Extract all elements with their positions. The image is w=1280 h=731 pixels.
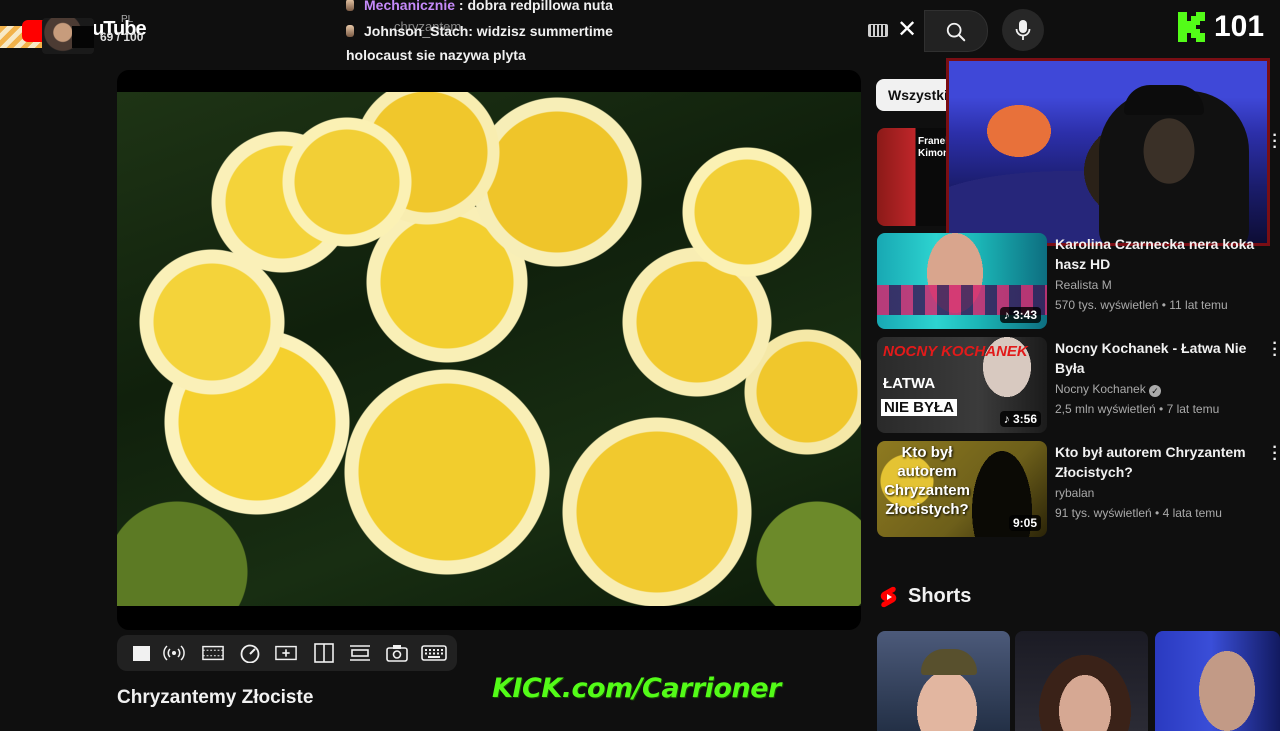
chat-text: : dobra redpillowa nuta	[455, 0, 613, 13]
trim-icon[interactable]	[349, 643, 371, 663]
channel-name[interactable]: rybalan	[1055, 486, 1094, 500]
clear-search-icon[interactable]: ✕	[897, 16, 917, 44]
recommendation-title[interactable]: Karolina Czarnecka nera koka hasz HD	[1055, 234, 1255, 274]
voice-search-button[interactable]	[1002, 9, 1044, 51]
kick-channel-url: KICK.com/Carrioner	[492, 673, 781, 704]
short-thumbnail[interactable]	[877, 631, 1010, 731]
webcam-overlay	[946, 58, 1270, 246]
thumbnail-text: NOCNY KOCHANEK	[883, 343, 1028, 360]
chat-badge-icon	[346, 0, 354, 11]
chat-username: Johnson_Stach	[364, 23, 469, 39]
split-icon[interactable]	[313, 643, 335, 663]
duration-badge: ♪ 3:43	[999, 307, 1041, 323]
video-thumbnail[interactable]: NOCNY KOCHANEK ŁATWA NIE BYŁA ♪ 3:56	[877, 337, 1047, 433]
more-options-icon[interactable]: · · ·	[1272, 128, 1278, 156]
speedometer-icon[interactable]	[239, 643, 261, 663]
add-box-icon[interactable]	[275, 643, 297, 663]
more-options-icon[interactable]: · · ·	[1272, 440, 1278, 468]
country-code: PL	[121, 14, 134, 25]
duration-badge: 9:05	[1008, 515, 1041, 531]
channel-name[interactable]: Realista M	[1055, 278, 1112, 292]
microphone-icon	[1015, 20, 1031, 40]
video-title: Chryzantemy Złociste	[117, 687, 314, 708]
camera-icon[interactable]	[386, 643, 408, 663]
short-thumbnail[interactable]	[1155, 631, 1280, 731]
chat-username: Mechanicznie	[364, 0, 456, 13]
streamer-cap	[1124, 85, 1204, 115]
thumbnail-text: NIE BYŁA	[881, 399, 958, 416]
thumbnail-text: Franek Kimono	[918, 136, 948, 159]
more-options-icon[interactable]: · · ·	[1272, 336, 1278, 364]
video-thumbnail[interactable]: Kto był autorem Chryzantem Złocistych? 9…	[877, 441, 1047, 537]
shorts-icon	[880, 586, 897, 608]
goal-counter: 69 / 100	[100, 30, 144, 44]
search-button[interactable]	[924, 10, 988, 52]
filter-chip-all[interactable]: Wszystkie	[876, 79, 956, 111]
video-frame[interactable]	[117, 92, 861, 606]
thumbnail-detail	[921, 649, 977, 675]
video-meta: 570 tys. wyświetleń • 11 lat temu	[1055, 298, 1228, 312]
short-thumbnail[interactable]	[1015, 631, 1148, 731]
chat-message-2: Johnson_Stach: widzisz summertime	[346, 23, 613, 39]
chat-badge-icon	[346, 25, 354, 37]
search-icon	[946, 22, 966, 42]
stop-icon[interactable]	[133, 646, 150, 661]
avatar-overlay	[72, 26, 94, 48]
verified-icon: ✓	[1149, 385, 1162, 397]
chat-message-2-continued: holocaust sie nazywa plyta	[346, 47, 526, 63]
chat-message-1: Mechanicznie : dobra redpillowa nuta	[346, 0, 613, 13]
keyboard-icon[interactable]	[421, 643, 447, 663]
duration-badge: ♪ 3:56	[999, 411, 1041, 427]
thumbnail-text: ŁATWA	[883, 375, 936, 392]
recommendation-title[interactable]: Kto był autorem Chryzantem Złocistych?	[1055, 442, 1255, 482]
recommendation-title[interactable]: Nocny Kochanek - Łatwa Nie Była	[1055, 338, 1255, 378]
video-player[interactable]	[117, 70, 861, 630]
viewer-count: 101	[1214, 10, 1265, 43]
filmstrip-icon[interactable]	[202, 643, 224, 663]
video-meta: 91 tys. wyświetleń • 4 lata temu	[1055, 506, 1222, 520]
video-meta: 2,5 mln wyświetleń • 7 lat temu	[1055, 402, 1220, 416]
chat-text: : widzisz summertime	[468, 23, 613, 39]
keyboard-icon[interactable]	[868, 24, 888, 37]
kick-logo-icon	[1178, 12, 1205, 42]
video-thumbnail[interactable]: ♪ 3:43	[877, 233, 1047, 329]
shorts-heading: Shorts	[908, 585, 972, 607]
thumbnail-text: Kto był autorem Chryzantem Złocistych?	[884, 444, 970, 518]
channel-name[interactable]: Nocny Kochanek ✓	[1055, 382, 1162, 397]
broadcast-icon[interactable]	[163, 643, 185, 663]
